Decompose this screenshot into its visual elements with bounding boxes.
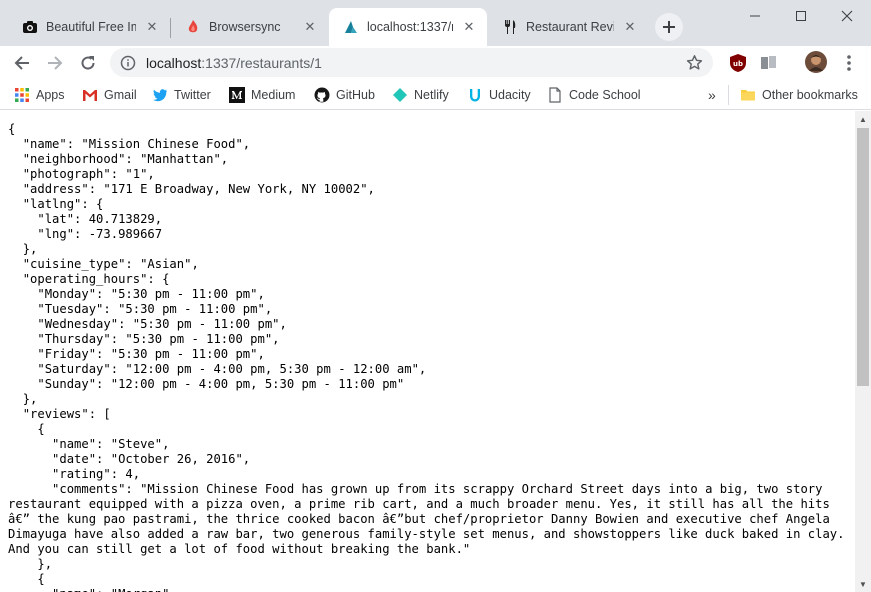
tab-strip: Beautiful Free Ima ✕ Browsersync ✕ local… (0, 0, 871, 46)
tab-title: Restaurant Review (526, 20, 614, 34)
bookmark-label: Twitter (174, 88, 211, 102)
bookmark-label: GitHub (336, 88, 375, 102)
netlify-icon (392, 87, 408, 103)
forward-arrow-icon (48, 56, 63, 70)
back-button[interactable] (8, 49, 36, 77)
reload-icon (81, 56, 95, 70)
forward-button[interactable] (41, 49, 69, 77)
scroll-up-arrow-icon[interactable]: ▲ (855, 111, 871, 127)
page-content: { "name": "Mission Chinese Food", "neigh… (0, 111, 855, 592)
avatar[interactable] (804, 50, 828, 74)
address-bar[interactable]: localhost:1337/restaurants/1 (110, 48, 713, 77)
bookmarks-overflow-button[interactable]: » (708, 85, 716, 105)
bookmark-code-school[interactable]: Code School (547, 85, 641, 105)
svg-text:ub: ub (733, 60, 743, 68)
browsersync-icon (185, 19, 201, 35)
scroll-down-arrow-icon[interactable]: ▼ (855, 576, 871, 592)
minimize-icon (750, 15, 760, 17)
tab-title: localhost:1337/res (367, 20, 453, 34)
bookmark-star-icon[interactable] (686, 54, 703, 71)
bookmark-apps[interactable]: Apps (14, 85, 65, 105)
overflow-chevron: » (708, 87, 716, 103)
plus-icon (663, 21, 675, 33)
json-response-text: { "name": "Mission Chinese Food", "neigh… (8, 122, 845, 592)
toolbar: localhost:1337/restaurants/1 ub (0, 46, 871, 79)
reload-button[interactable] (74, 49, 102, 77)
bookmark-medium[interactable]: Medium (229, 85, 295, 105)
bookmark-label: Udacity (489, 88, 531, 102)
vertical-scrollbar[interactable]: ▲ ▼ (855, 111, 871, 592)
twitter-icon (152, 87, 168, 103)
bookmark-label: Apps (36, 88, 65, 102)
bookmark-github[interactable]: GitHub (314, 85, 375, 105)
menu-kebab-icon[interactable] (838, 52, 860, 74)
camera-icon (22, 19, 38, 35)
tab-beautiful-free-images[interactable]: Beautiful Free Ima ✕ (8, 8, 170, 46)
bookmark-gmail[interactable]: Gmail (82, 85, 137, 105)
folder-icon (740, 87, 756, 103)
scroll-thumb[interactable] (857, 128, 869, 386)
bookmarks-separator (728, 85, 729, 105)
medium-icon (229, 87, 245, 103)
maximize-button[interactable] (778, 0, 824, 32)
bookmark-label: Medium (251, 88, 296, 102)
close-icon[interactable]: ✕ (302, 19, 318, 35)
close-window-button[interactable] (824, 0, 870, 32)
bookmark-label: Code School (569, 88, 641, 102)
bookmarks-bar: Apps Gmail Twitter Medium GitHub Netlify (0, 79, 871, 110)
bookmark-udacity[interactable]: Udacity (467, 85, 531, 105)
github-icon (314, 87, 330, 103)
mountain-icon (343, 19, 359, 35)
gmail-icon (82, 87, 98, 103)
url-host: localhost (146, 54, 202, 71)
apps-grid-icon (14, 87, 30, 103)
extension-icon[interactable] (758, 52, 780, 74)
udacity-icon (467, 87, 483, 103)
page-icon (547, 87, 563, 103)
bookmark-twitter[interactable]: Twitter (152, 85, 211, 105)
other-bookmarks-folder[interactable]: Other bookmarks (740, 85, 858, 105)
close-icon (841, 10, 853, 22)
info-icon[interactable] (120, 55, 136, 71)
new-tab-button[interactable] (655, 13, 683, 41)
close-icon[interactable]: ✕ (622, 19, 638, 35)
tab-restaurant-review[interactable]: Restaurant Review ✕ (488, 8, 648, 46)
close-icon[interactable]: ✕ (144, 19, 160, 35)
tab-title: Beautiful Free Ima (46, 20, 136, 34)
maximize-icon (796, 11, 806, 21)
tab-localhost[interactable]: localhost:1337/res ✕ (329, 8, 487, 46)
bookmark-label: Gmail (104, 88, 137, 102)
bookmark-label: Other bookmarks (762, 88, 858, 102)
minimize-button[interactable] (732, 0, 778, 32)
back-arrow-icon (14, 56, 29, 70)
fork-knife-icon (502, 19, 518, 35)
bookmark-label: Netlify (414, 88, 449, 102)
tab-browsersync[interactable]: Browsersync ✕ (171, 8, 328, 46)
bookmark-netlify[interactable]: Netlify (392, 85, 449, 105)
close-icon[interactable]: ✕ (461, 19, 477, 35)
ublock-origin-icon[interactable]: ub (727, 52, 749, 74)
tab-title: Browsersync (209, 20, 281, 34)
url-path: :1337/restaurants/1 (201, 54, 322, 71)
